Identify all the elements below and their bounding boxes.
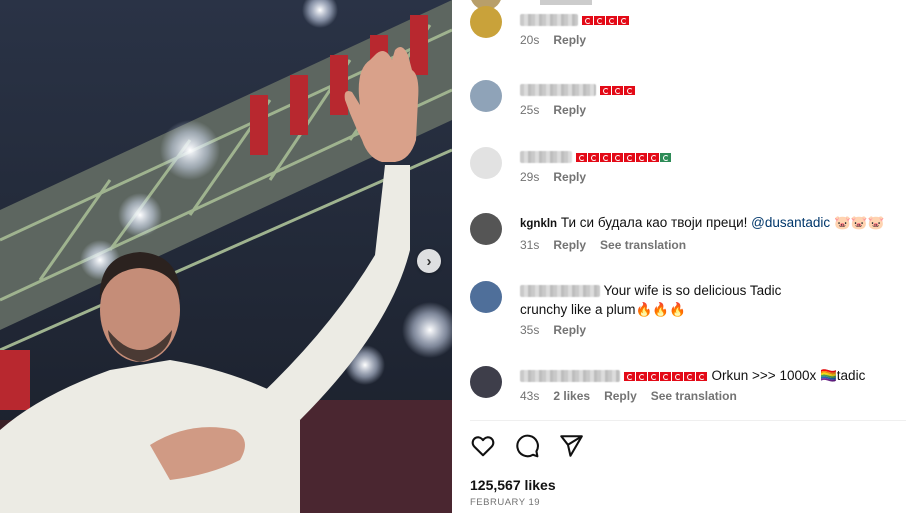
- avatar[interactable]: [470, 281, 502, 313]
- likes-count[interactable]: 2 likes: [553, 389, 590, 403]
- comment-item: Orkun >>> 1000x 🏳️‍🌈tadic 43s 2 likes Repl…: [470, 356, 900, 416]
- likes-count[interactable]: 125,567 likes: [470, 477, 556, 493]
- send-icon[interactable]: [558, 433, 584, 459]
- flag-emoji: [581, 12, 630, 27]
- blurred-username: [520, 151, 572, 164]
- reply-button[interactable]: Reply: [553, 103, 586, 117]
- comment-time: 35s: [520, 323, 540, 337]
- rainbow-flag-emoji: 🏳️‍🌈: [819, 368, 837, 383]
- pig-emoji: 🐷🐷🐷: [833, 215, 885, 230]
- blurred-username: [520, 285, 600, 298]
- avatar[interactable]: [470, 213, 502, 245]
- see-translation-button[interactable]: See translation: [651, 389, 737, 403]
- post-date: FEBRUARY 19: [470, 497, 541, 508]
- comment-time: 31s: [520, 238, 540, 252]
- flag-emoji: [599, 82, 636, 97]
- comment-time: 29s: [520, 170, 540, 184]
- flag-emoji: [575, 149, 672, 164]
- divider: [470, 420, 906, 421]
- comment-text: Orkun >>> 1000x: [711, 368, 820, 383]
- comment-item: Your wife is so delicious Tadic crunchy …: [470, 271, 900, 347]
- comment-username[interactable]: kgnkln: [520, 218, 557, 230]
- comments-panel: 20s Reply 25s Reply 29s Reply kgnkln Ти си …: [452, 0, 906, 513]
- avatar[interactable]: [470, 147, 502, 179]
- next-photo-button[interactable]: ›: [417, 249, 441, 273]
- comment-text-2: tadic: [836, 368, 866, 383]
- blurred-username: [520, 84, 596, 97]
- blurred-username: [520, 14, 578, 27]
- avatar[interactable]: [470, 6, 502, 38]
- reply-button[interactable]: Reply: [553, 170, 586, 184]
- flag-emoji: [623, 368, 708, 383]
- heart-icon[interactable]: [470, 433, 496, 459]
- comment-time: 25s: [520, 103, 540, 117]
- comment-item: 25s Reply: [470, 70, 900, 130]
- comment-item: 29s Reply: [470, 137, 900, 197]
- reply-button[interactable]: Reply: [604, 389, 637, 403]
- reply-button[interactable]: Reply: [553, 323, 586, 337]
- post-actions: [470, 433, 584, 459]
- post-photo: ›: [0, 0, 452, 513]
- stadium-photo: [0, 0, 452, 513]
- comment-icon[interactable]: [514, 433, 540, 459]
- comment-text: Ти си будала као твоји преци!: [560, 215, 752, 230]
- comment-item: kgnkln Ти си будала као твоји преци! @du…: [470, 203, 900, 263]
- fire-emoji: 🔥🔥🔥: [635, 302, 686, 317]
- comment-item: 20s Reply: [470, 0, 900, 56]
- mention-link[interactable]: @dusantadic: [751, 215, 830, 230]
- reply-button[interactable]: Reply: [553, 33, 586, 47]
- avatar[interactable]: [470, 80, 502, 112]
- reply-button[interactable]: Reply: [553, 238, 586, 252]
- avatar[interactable]: [470, 366, 502, 398]
- comment-time: 20s: [520, 33, 540, 47]
- comment-time: 43s: [520, 389, 540, 403]
- see-translation-button[interactable]: See translation: [600, 238, 686, 252]
- blurred-username: [520, 370, 620, 383]
